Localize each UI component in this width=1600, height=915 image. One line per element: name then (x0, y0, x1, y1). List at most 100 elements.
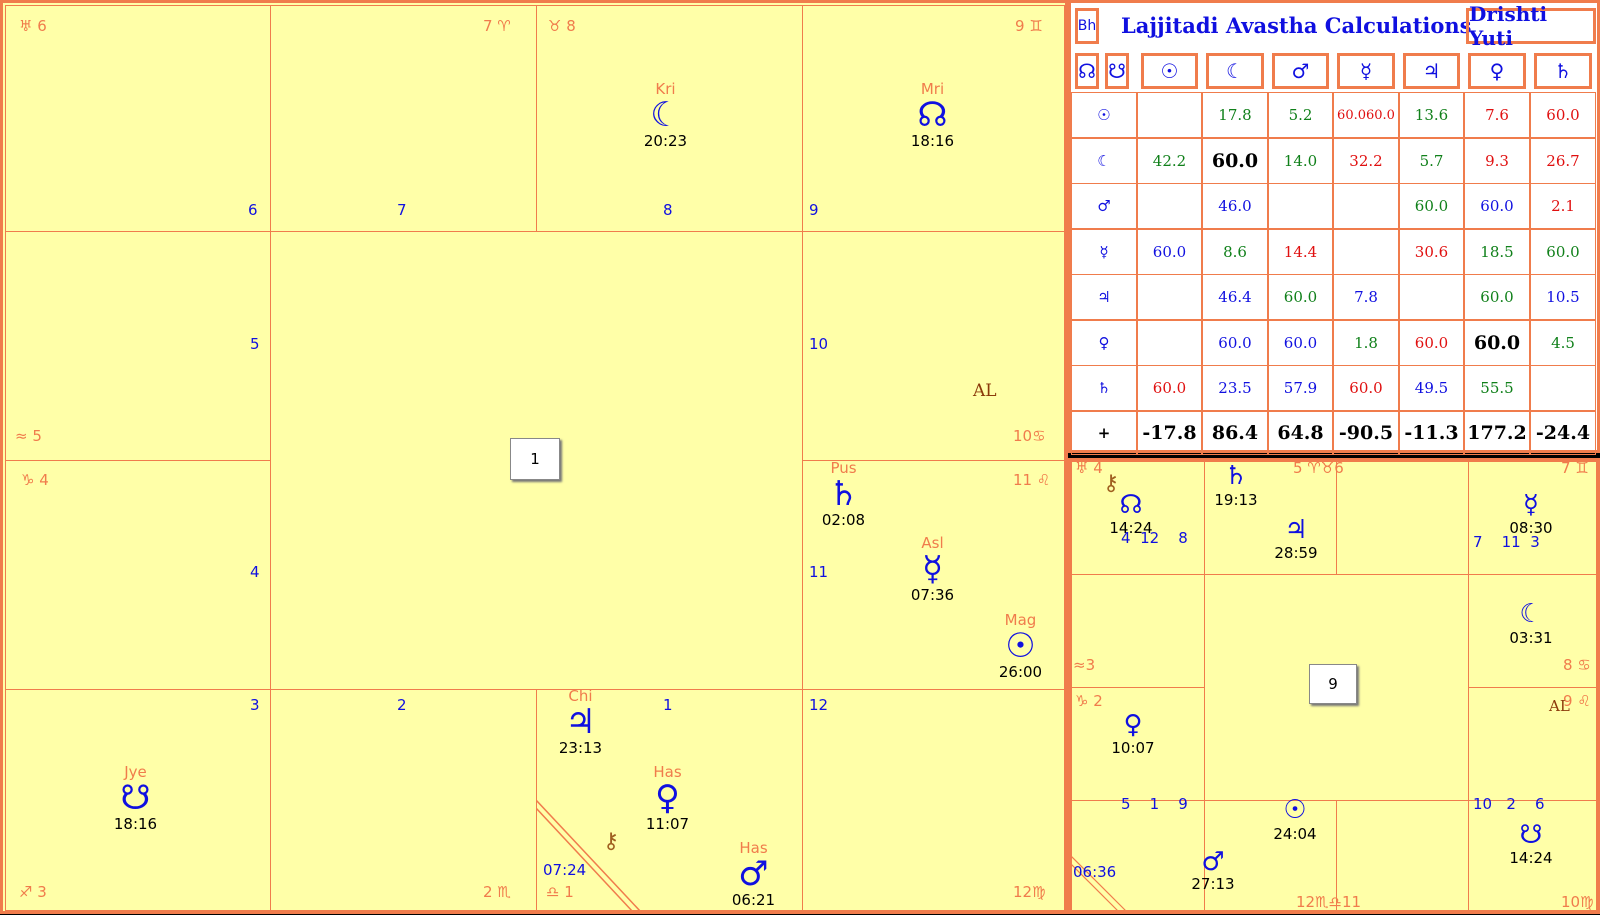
planet-saturn[interactable]: ♄ 19:13 (1206, 461, 1266, 509)
row-planet-label: + (1071, 410, 1137, 455)
table-cell: 57.9 (1268, 365, 1333, 411)
house-number: 2 (397, 696, 407, 714)
table-cell: 60.0 (1333, 365, 1399, 411)
planet-ketu[interactable]: ☋ 14:24 (1501, 821, 1561, 867)
jupiter-icon: ♃ (565, 702, 596, 742)
planet-venus[interactable]: ♀ 10:07 (1103, 711, 1163, 757)
venus-icon: ♀ (1123, 710, 1143, 740)
sign-label: 8 ♋ (1563, 656, 1591, 674)
planet-degree: 14:24 (1509, 849, 1553, 867)
table-cell: -90.5 (1333, 410, 1399, 455)
planet-moon[interactable]: Kri ☾ 20:23 (633, 80, 698, 150)
house-cell (270, 5, 537, 232)
table-cell (1137, 183, 1202, 229)
sign-label: 12♍ (1013, 883, 1046, 901)
house-number: 1 (663, 696, 673, 714)
header-planet-1[interactable]: ☋ (1105, 53, 1129, 89)
header-planet-8[interactable]: ♄ (1534, 53, 1592, 89)
house-number: 7 11 3 (1473, 533, 1540, 551)
table-cell (1399, 274, 1464, 320)
table-cell (1137, 274, 1202, 320)
house-cell (270, 689, 537, 911)
table-cell: 9.3 (1464, 137, 1530, 184)
header-planet-4[interactable]: ♂ (1272, 53, 1329, 89)
table-cell (1137, 319, 1202, 366)
bh-tab[interactable]: Bh (1075, 8, 1099, 44)
header-planet-7[interactable]: ♀ (1468, 53, 1526, 89)
sign-label: 10♋ (1013, 427, 1046, 445)
planet-degree: 19:13 (1214, 491, 1258, 509)
table-cell: 14.0 (1268, 137, 1333, 184)
table-cell: 60.0 (1530, 228, 1596, 275)
saturn-icon: ♄ (1224, 461, 1248, 491)
planet-degree: 28:59 (1274, 544, 1318, 562)
planet-jupiter[interactable]: ♃ 28:59 (1266, 516, 1326, 562)
header-planet-5[interactable]: ☿ (1337, 53, 1395, 89)
planet-moon[interactable]: ☾ 03:31 (1501, 599, 1561, 647)
sun-icon: ☉ (1283, 795, 1307, 825)
sign-label: ♅ 4 (1075, 459, 1103, 477)
planet-mercury[interactable]: Asl ☿ 07:36 (900, 534, 965, 604)
table-cell: 60.0 (1530, 92, 1596, 138)
center-house-button[interactable]: 9 (1309, 664, 1357, 704)
rasi-chart: 1 ♅ 6 6 7 ♈ 7 ♉ 8 8 9 ♊ 9 5 ≈ 5 ♑ 4 4 3 … (0, 0, 1068, 914)
planet-degree: 18:16 (910, 132, 955, 150)
table-cell: 60.060.0 (1333, 92, 1399, 138)
table-cell: 7.8 (1333, 274, 1399, 320)
table-cell: 8.6 (1202, 228, 1268, 275)
mars-icon: ♂ (1201, 847, 1225, 877)
sign-label: 7 ♈ (483, 17, 511, 35)
sign-label: ♉ 8 (548, 17, 576, 35)
moon-icon: ☾ (1519, 599, 1543, 629)
table-cell (1530, 365, 1596, 411)
ketu-icon: ☋ (1519, 820, 1543, 850)
house-cell (5, 460, 271, 690)
house-number: 3 (250, 696, 260, 714)
house-number: 9 (809, 201, 819, 219)
header-planet-3[interactable]: ☾ (1206, 53, 1264, 89)
table-cell: 5.7 (1399, 137, 1464, 184)
planet-ketu[interactable]: Jye ☋ 18:16 (103, 763, 168, 833)
planet-sun[interactable]: ☉ 24:04 (1265, 795, 1325, 843)
row-planet-label: ☿ (1071, 228, 1137, 275)
house-cell (802, 689, 1065, 911)
planet-mars[interactable]: Has ♂ 06:21 (721, 839, 786, 909)
house-number: 10 (809, 335, 829, 353)
planet-sun[interactable]: Mag ☉ 26:00 (988, 611, 1053, 681)
drishti-yuti-tab[interactable]: Drishti Yuti (1466, 2, 1596, 50)
header-planet-2[interactable]: ☉ (1141, 53, 1198, 89)
planet-mercury[interactable]: ☿ 08:30 (1501, 491, 1561, 537)
avastha-table-panel: Bh Lajjitadi Avastha Calculations Drisht… (1068, 0, 1600, 455)
chiron-degree: 07:24 (543, 861, 587, 879)
table-cell: -17.8 (1137, 410, 1202, 455)
planet-degree: 24:04 (1273, 825, 1317, 843)
rahu-icon: ☊ (917, 95, 948, 135)
center-house-button[interactable]: 1 (510, 438, 560, 480)
table-cell: 60.0 (1399, 183, 1464, 229)
ketu-icon: ☋ (120, 778, 151, 818)
table-cell: 32.2 (1333, 137, 1399, 184)
house-number: 7 (397, 201, 407, 219)
planet-jupiter[interactable]: Chi ♃ 23:13 (548, 687, 613, 757)
planet-venus[interactable]: Has ♀ 11:07 (635, 763, 700, 833)
planet-degree: 03:31 (1509, 629, 1553, 647)
table-cell: 7.6 (1464, 92, 1530, 138)
planet-degree: 27:13 (1191, 875, 1235, 893)
table-cell: 10.5 (1530, 274, 1596, 320)
header-planet-0[interactable]: ☊ (1075, 53, 1099, 89)
table-cell: 23.5 (1202, 365, 1268, 411)
table-cell: 14.4 (1268, 228, 1333, 275)
planet-saturn[interactable]: Pus ♄ 02:08 (811, 459, 876, 529)
house-cell (5, 231, 271, 461)
table-cell: -11.3 (1399, 410, 1464, 455)
sign-label: ≈3 (1073, 656, 1096, 674)
header-planet-6[interactable]: ♃ (1403, 53, 1460, 89)
row-planet-label: ♃ (1071, 274, 1137, 320)
house-number: 10 2 6 (1473, 795, 1545, 813)
table-cell: 60.0 (1464, 183, 1530, 229)
planet-rahu[interactable]: Mri ☊ 18:16 (900, 80, 965, 150)
table-title: Lajjitadi Avastha Calculations (1121, 13, 1472, 38)
planet-mars[interactable]: ♂ 27:13 (1183, 849, 1243, 893)
planet-degree: 23:13 (558, 739, 603, 757)
table-cell: 60.0 (1137, 365, 1202, 411)
